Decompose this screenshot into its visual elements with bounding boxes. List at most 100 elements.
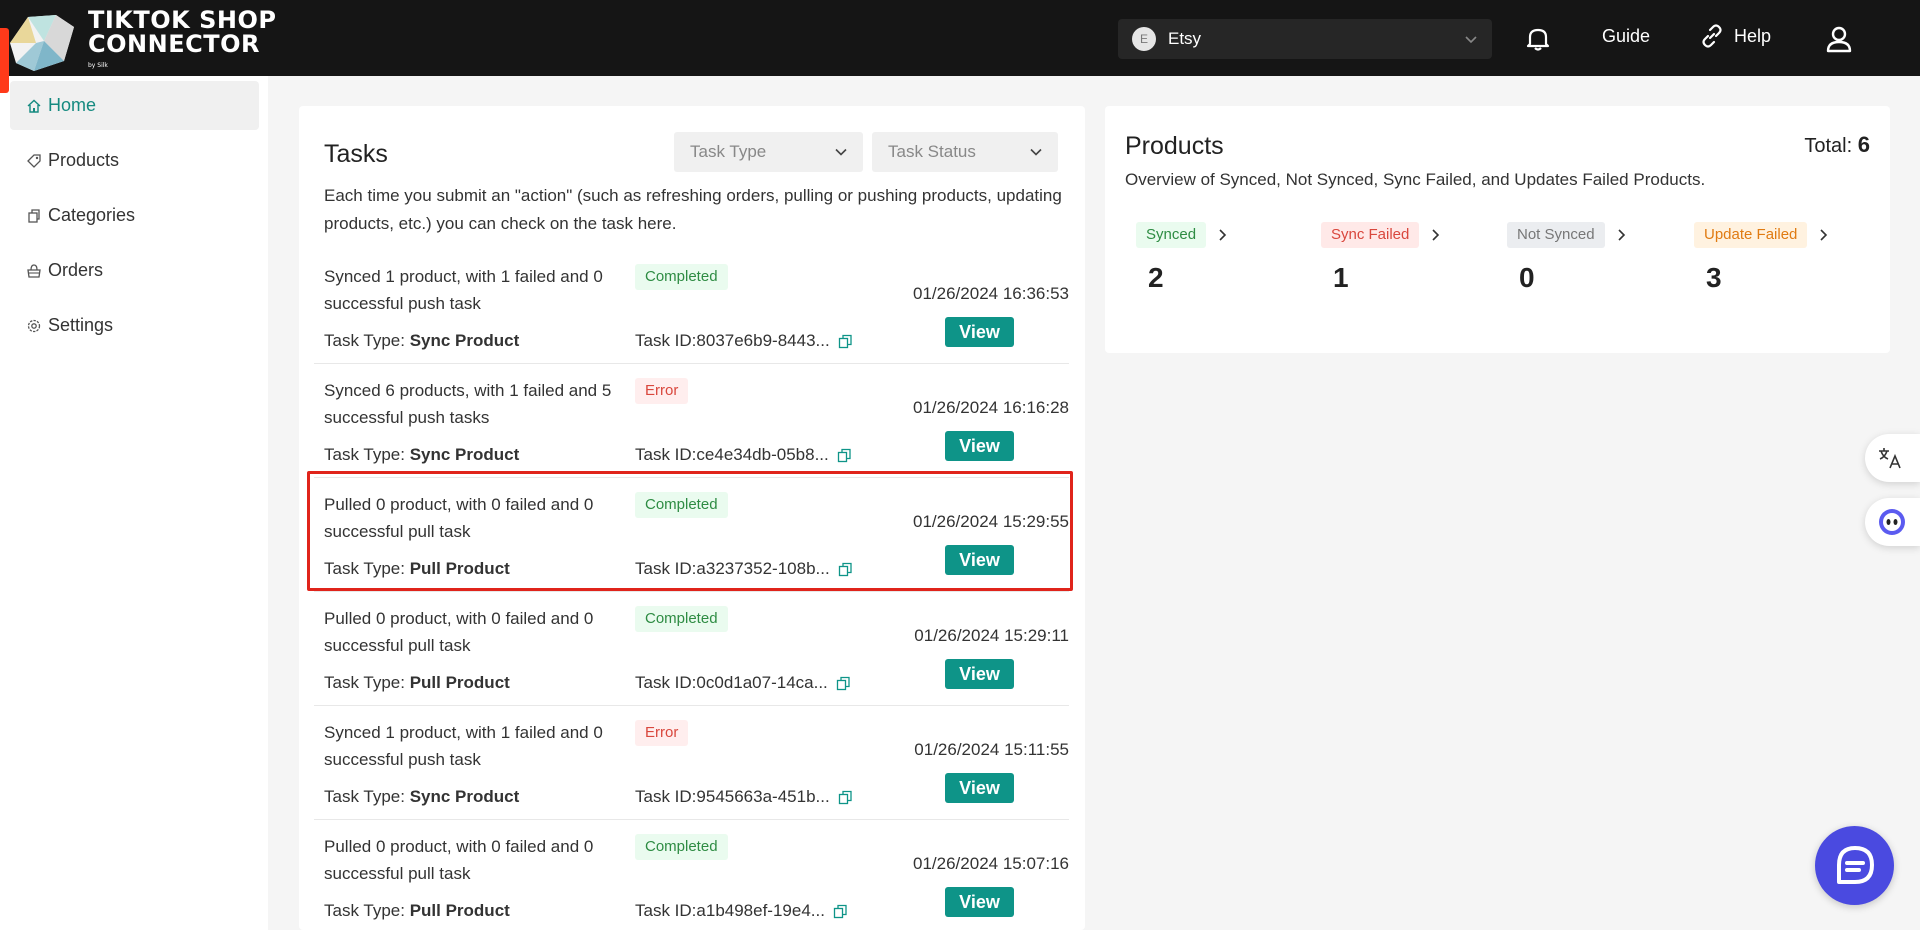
view-button[interactable]: View [945,887,1014,917]
task-type-value: Sync Product [409,331,520,350]
task-type-prefix: Task Type: [324,559,410,578]
guide-link[interactable]: Guide [1602,26,1650,47]
user-icon[interactable] [1824,24,1854,54]
products-total: Total: 6 [1804,132,1870,158]
task-type-filter[interactable]: Task Type [674,132,863,172]
status-badge: Completed [635,492,728,518]
store-name: Etsy [1168,29,1202,48]
sidebar-item-label: Home [48,95,97,115]
view-button[interactable]: View [945,773,1014,803]
task-summary: Synced 1 product, with 1 failed and 0 su… [324,267,603,313]
sidebar-item-label: Categories [48,205,136,225]
task-type: Task Type: Sync Product [324,331,519,351]
view-button[interactable]: View [945,545,1014,575]
products-description: Overview of Synced, Not Synced, Sync Fai… [1125,170,1706,189]
stat-value: 1 [1333,262,1349,293]
chevron-down-icon [835,148,847,156]
copy-icon[interactable] [838,790,853,805]
sidebar: Home Products Categories Orders Settings [0,76,268,930]
task-type: Task Type: Pull Product [324,901,510,921]
task-row: Pulled 0 product, with 0 failed and 0 su… [314,479,1069,592]
stat-badge: Sync Failed [1321,222,1420,248]
sidebar-item-categories[interactable]: Categories [10,191,259,240]
task-type: Task Type: Sync Product [324,445,519,465]
view-button[interactable]: View [945,659,1014,689]
task-id-value: a1b498ef-19e4... [696,901,825,920]
task-id-prefix: Task ID: [635,331,697,350]
task-type-prefix: Task Type: [324,901,410,920]
link-icon [1702,24,1722,48]
stat-synced[interactable]: Synced 2 [1136,222,1227,294]
chevron-right-icon [1432,229,1440,241]
task-row: Synced 1 product, with 1 failed and 0 su… [314,251,1069,364]
assistant-button[interactable] [1865,498,1920,546]
total-label: Total: [1804,135,1853,157]
task-status-placeholder: Task Status [888,142,976,161]
view-button[interactable]: View [945,431,1014,461]
tasks-description: Each time you submit an "action" (such a… [324,186,1062,233]
chevron-down-icon [1030,148,1042,156]
task-type-value: Pull Product [409,559,510,578]
logo-line-1: TIKTOK SHOP [88,6,277,34]
logo-line-2: CONNECTOR [88,30,260,58]
task-time: 01/26/2024 15:11:55 [914,740,1069,759]
chat-button[interactable] [1815,826,1894,905]
task-status-filter[interactable]: Task Status [872,132,1058,172]
status-badge: Error [635,378,689,404]
task-type-prefix: Task Type: [324,787,410,806]
sidebar-item-home[interactable]: Home [10,81,259,130]
task-id: Task ID: 8037e6b9-8443... [635,331,853,351]
stat-badge: Not Synced [1507,222,1605,248]
status-badge: Completed [635,606,728,632]
task-id: Task ID: 0c0d1a07-14ca... [635,673,851,693]
sidebar-item-orders[interactable]: Orders [10,246,259,295]
stat-sync-failed[interactable]: Sync Failed 1 [1321,222,1440,294]
sidebar-item-products[interactable]: Products [10,136,259,185]
task-type-value: Pull Product [409,901,510,920]
tag-icon [27,153,41,168]
stat-not-synced[interactable]: Not Synced 0 [1507,222,1626,294]
task-id-prefix: Task ID: [635,559,697,578]
task-id-prefix: Task ID: [635,445,697,464]
chevron-right-icon [1617,229,1625,241]
stat-update-failed[interactable]: Update Failed 3 [1694,222,1828,294]
help-link[interactable]: Help [1700,24,1771,48]
task-row: Synced 6 products, with 1 failed and 5 s… [314,365,1069,478]
stat-head: Update Failed [1694,222,1828,248]
view-button[interactable]: View [945,317,1014,347]
task-time: 01/26/2024 15:29:11 [914,626,1069,645]
stat-value: 0 [1519,262,1535,293]
task-id-prefix: Task ID: [635,787,697,806]
tasks-title: Tasks [324,140,388,168]
copy-icon[interactable] [836,676,851,691]
sidebar-item-settings[interactable]: Settings [10,301,259,350]
task-row: Pulled 0 product, with 0 failed and 0 su… [314,593,1069,706]
chevron-right-icon [1219,229,1227,241]
stat-head: Not Synced [1507,222,1626,248]
copy-icon[interactable] [838,334,853,349]
task-row: Synced 1 product, with 1 failed and 0 su… [314,707,1069,820]
task-id: Task ID: 9545663a-451b... [635,787,853,807]
task-id: Task ID: a3237352-108b... [635,559,853,579]
copy-icon[interactable] [837,448,852,463]
assistant-bot-icon [1879,509,1905,535]
gear-icon [27,319,41,332]
task-id-prefix: Task ID: [635,901,697,920]
chevron-down-icon [1465,36,1477,44]
task-time: 01/26/2024 16:16:28 [913,398,1069,417]
products-title: Products [1125,132,1224,160]
bell-icon[interactable] [1524,24,1552,52]
app-logo[interactable]: TIKTOK SHOP CONNECTOR by Silk [8,8,277,78]
task-summary: Pulled 0 product, with 0 failed and 0 su… [324,609,594,655]
chat-icon [1836,845,1874,884]
copy-icon[interactable] [838,562,853,577]
copy-icon[interactable] [833,904,848,919]
task-type: Task Type: Sync Product [324,787,519,807]
task-summary: Synced 6 products, with 1 failed and 5 s… [324,381,612,427]
task-summary: Pulled 0 product, with 0 failed and 0 su… [324,837,594,883]
store-selector[interactable]: E Etsy [1118,19,1492,59]
translate-button[interactable] [1865,434,1920,482]
logo-mark-icon [10,15,74,71]
accent-bar [0,28,9,93]
translate-icon [1879,448,1901,469]
